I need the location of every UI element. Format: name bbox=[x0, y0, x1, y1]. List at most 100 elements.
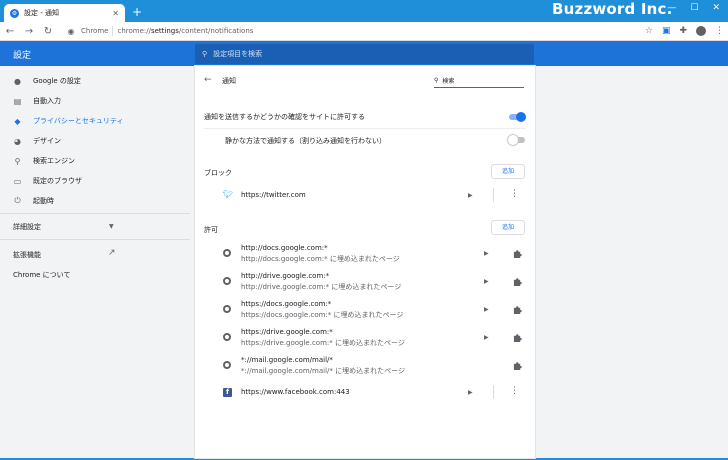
palette-icon: ◕ bbox=[14, 136, 21, 146]
more-actions-icon[interactable]: ⋮ bbox=[510, 386, 519, 396]
site-embedded-text: https://docs.google.com:* に埋め込まれたページ bbox=[241, 311, 404, 319]
settings-title: 設定 bbox=[13, 51, 32, 61]
minimize-icon[interactable]: — bbox=[667, 3, 676, 13]
sidebar-item-label: 検索エンジン bbox=[33, 157, 75, 165]
sidebar-divider bbox=[0, 239, 190, 240]
sidebar-item-google[interactable]: ● Google の設定 bbox=[0, 72, 190, 90]
puzzle-extension-icon bbox=[513, 362, 522, 370]
notifications-card: ← 通知 ⚲ 検索 通知を送信するかどうかの確認をサイトに許可する 静かな方法で… bbox=[195, 66, 535, 458]
settings-search-placeholder: 設定項目を検索 bbox=[213, 50, 263, 58]
site-url: https://drive.google.com:* bbox=[241, 328, 333, 336]
site-embedded-text: https://drive.google.com:* に埋め込まれたページ bbox=[241, 339, 405, 347]
row-separator bbox=[493, 188, 494, 202]
facebook-icon: f bbox=[223, 388, 232, 397]
site-label: Chrome bbox=[81, 27, 109, 35]
sidebar-item-appearance[interactable]: ◕ デザイン bbox=[0, 132, 190, 150]
add-blocked-site-button[interactable]: 追加 bbox=[491, 164, 525, 179]
twitter-icon: 🐦︎ bbox=[223, 190, 234, 199]
new-tab-icon[interactable]: + bbox=[132, 5, 142, 19]
globe-icon bbox=[223, 305, 231, 313]
allow-section-label: 許可 bbox=[204, 226, 218, 234]
search-icon: ⚲ bbox=[202, 50, 208, 58]
toggle-knob bbox=[516, 112, 526, 122]
globe-icon bbox=[223, 277, 231, 285]
person-icon: ● bbox=[14, 76, 21, 86]
page-title: 通知 bbox=[222, 77, 236, 85]
site-url: *://mail.google.com/mail/* bbox=[241, 356, 333, 364]
sidebar-item-startup[interactable]: ⏻ 起動時 bbox=[0, 192, 190, 210]
quiet-notifications-label: 静かな方法で通知する（割り込み通知を行わない） bbox=[225, 137, 386, 145]
site-url: http://docs.google.com:* bbox=[241, 244, 328, 252]
arrow-right-icon[interactable]: ▶ bbox=[484, 334, 489, 341]
sidebar-item-autofill[interactable]: ▤ 自動入力 bbox=[0, 92, 190, 110]
sidebar-advanced[interactable]: 詳細設定 bbox=[13, 222, 41, 232]
back-icon[interactable]: ← bbox=[4, 26, 16, 37]
sidebar-item-default-browser[interactable]: ▭ 既定のブラウザ bbox=[0, 172, 190, 190]
arrow-right-icon[interactable]: ▶ bbox=[468, 192, 473, 199]
sidebar-item-search-engine[interactable]: ⚲ 検索エンジン bbox=[0, 152, 190, 170]
browser-tab[interactable]: ⚙ 設定 - 通知 ✕ bbox=[4, 4, 125, 22]
sidebar-item-label: デザイン bbox=[33, 137, 61, 145]
gear-icon: ⚙ bbox=[10, 8, 19, 18]
globe-icon bbox=[223, 333, 231, 341]
window-titlebar: ⚙ 設定 - 通知 ✕ + Buzzword Inc. — ☐ ✕ bbox=[0, 0, 728, 22]
site-url: https://www.facebook.com:443 bbox=[241, 388, 350, 396]
site-embedded-text: *://mail.google.com/mail/* に埋め込まれたページ bbox=[241, 367, 405, 375]
sidebar-item-label: Google の設定 bbox=[33, 77, 81, 85]
cast-icon[interactable]: ▣ bbox=[662, 26, 671, 36]
sidebar-extensions[interactable]: 拡張機能 bbox=[13, 250, 41, 260]
menu-icon[interactable]: ⋮ bbox=[715, 26, 724, 36]
extensions-icon[interactable]: ✚ bbox=[679, 26, 687, 36]
row-separator bbox=[493, 385, 494, 399]
arrow-right-icon[interactable]: ▶ bbox=[468, 389, 473, 396]
sidebar-item-label: 自動入力 bbox=[33, 97, 61, 105]
page-search-input[interactable]: ⚲ 検索 bbox=[434, 74, 524, 88]
omnibox-separator bbox=[112, 26, 114, 36]
ask-permission-label: 通知を送信するかどうかの確認をサイトに許可する bbox=[204, 113, 365, 121]
back-arrow-icon[interactable]: ← bbox=[204, 75, 212, 85]
open-in-new-icon[interactable]: ↗ bbox=[108, 248, 116, 258]
more-actions-icon[interactable]: ⋮ bbox=[510, 189, 519, 199]
search-icon: ⚲ bbox=[14, 156, 21, 166]
ask-permission-toggle[interactable] bbox=[509, 112, 526, 122]
close-tab-icon[interactable]: ✕ bbox=[112, 9, 119, 18]
block-section-label: ブロック bbox=[204, 169, 232, 177]
settings-search-input[interactable]: ⚲ 設定項目を検索 bbox=[195, 44, 534, 64]
settings-header: 設定 ⚲ 設定項目を検索 bbox=[0, 41, 728, 66]
site-embedded-text: http://drive.google.com:* に埋め込まれたページ bbox=[241, 283, 402, 291]
sidebar-item-label: プライバシーとセキュリティ bbox=[33, 117, 124, 125]
address-bar[interactable]: ◉ Chrome chrome://settings/content/notif… bbox=[61, 24, 638, 38]
close-window-icon[interactable]: ✕ bbox=[712, 3, 720, 13]
sidebar-item-label: 既定のブラウザ bbox=[33, 177, 82, 185]
globe-icon bbox=[223, 249, 231, 257]
toolbar-icons: ☆ ▣ ✚ ⋮ bbox=[645, 26, 724, 36]
url-text: chrome://settings/content/notifications bbox=[117, 27, 254, 35]
site-url: http://drive.google.com:* bbox=[241, 272, 330, 280]
add-allowed-site-button[interactable]: 追加 bbox=[491, 220, 525, 235]
bookmark-star-icon[interactable]: ☆ bbox=[645, 26, 653, 36]
chevron-down-icon[interactable]: ▼ bbox=[109, 223, 114, 230]
site-url: https://docs.google.com:* bbox=[241, 300, 332, 308]
arrow-right-icon[interactable]: ▶ bbox=[484, 278, 489, 285]
sidebar-item-privacy[interactable]: ◆ プライバシーとセキュリティ bbox=[0, 112, 190, 130]
puzzle-extension-icon bbox=[513, 334, 522, 342]
sidebar-item-label: 起動時 bbox=[33, 197, 54, 205]
profile-avatar[interactable] bbox=[696, 26, 706, 36]
site-embedded-text: http://docs.google.com:* に埋め込まれたページ bbox=[241, 255, 400, 263]
search-icon: ⚲ bbox=[434, 77, 439, 84]
maximize-icon[interactable]: ☐ bbox=[690, 3, 698, 13]
forward-icon[interactable]: → bbox=[23, 26, 35, 37]
sidebar-about[interactable]: Chrome について bbox=[13, 270, 70, 280]
clipboard-icon: ▤ bbox=[13, 96, 22, 106]
arrow-right-icon[interactable]: ▶ bbox=[484, 306, 489, 313]
puzzle-extension-icon bbox=[513, 278, 522, 286]
reload-icon[interactable]: ↻ bbox=[42, 26, 54, 37]
tab-title: 設定 - 通知 bbox=[24, 9, 59, 17]
browser-icon: ▭ bbox=[13, 176, 22, 186]
globe-icon bbox=[223, 361, 231, 369]
puzzle-extension-icon bbox=[513, 250, 522, 258]
arrow-right-icon[interactable]: ▶ bbox=[484, 250, 489, 257]
quiet-notifications-toggle[interactable] bbox=[508, 135, 525, 145]
site-url: https://twitter.com bbox=[241, 191, 306, 199]
sidebar-divider bbox=[0, 213, 190, 214]
